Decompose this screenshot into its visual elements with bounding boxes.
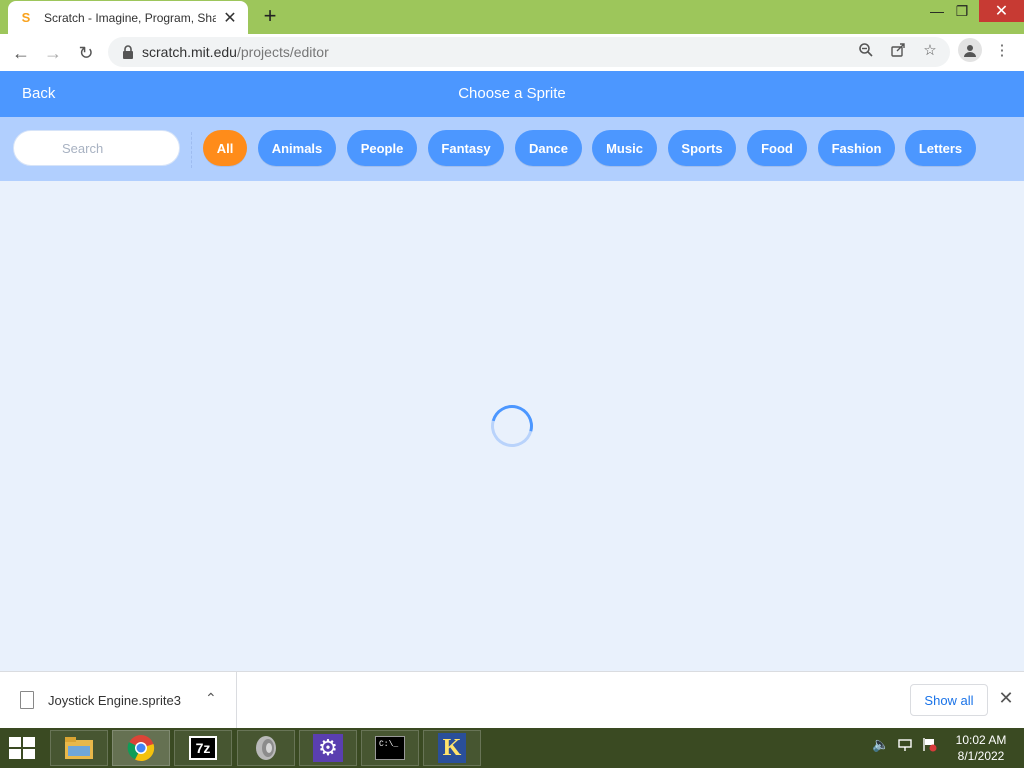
window-close-icon[interactable]: ✕ [979, 0, 1024, 22]
close-shelf-icon[interactable]: ✕ [996, 688, 1016, 709]
sprite-library-header: Back Choose a Sprite [0, 71, 1024, 117]
page-title: Choose a Sprite [458, 85, 566, 102]
search-input[interactable] [62, 140, 172, 156]
clock-date: 8/1/2022 [957, 749, 1005, 763]
scratch-favicon-icon: S [21, 10, 31, 25]
forward-arrow-icon[interactable]: → [40, 40, 66, 66]
browser-toolbar: ← → ↻ scratch.mit.edu/projects/editor ☆ … [0, 34, 1024, 71]
filter-divider [191, 132, 192, 168]
browser-menu-icon[interactable]: ⋮ [992, 40, 1012, 60]
file-explorer-icon[interactable] [50, 730, 108, 766]
chevron-up-icon[interactable]: ⌃ [205, 690, 217, 707]
browser-tabstrip: S Scratch - Imagine, Program, Share ✕ + … [0, 0, 1024, 34]
url-path: /projects/editor [236, 44, 329, 60]
tag-sports[interactable]: Sports [668, 130, 736, 166]
windows-start-icon[interactable] [6, 734, 38, 762]
reload-icon[interactable]: ↻ [73, 40, 99, 66]
tab-close-icon[interactable]: ✕ [222, 8, 238, 28]
settings-gear-icon[interactable]: ⚙ [299, 730, 357, 766]
filter-bar: All Animals People Fantasy Dance Music S… [0, 117, 1024, 181]
clock-time: 10:02 AM [955, 733, 1007, 747]
tag-all[interactable]: All [203, 130, 247, 166]
show-all-button[interactable]: Show all [910, 684, 988, 716]
7zip-icon[interactable]: 7z [174, 730, 232, 766]
new-tab-icon[interactable]: + [258, 5, 282, 29]
window-restore-icon[interactable]: ❐ [950, 0, 974, 22]
share-icon[interactable] [888, 40, 908, 60]
tag-food[interactable]: Food [747, 130, 807, 166]
tag-dance[interactable]: Dance [515, 130, 582, 166]
url-domain: scratch.mit.edu [142, 44, 237, 60]
file-icon [20, 691, 34, 709]
search-box[interactable] [13, 130, 180, 166]
k-app-icon[interactable]: K [423, 730, 481, 766]
command-prompt-icon[interactable]: C:\_ [361, 730, 419, 766]
download-shelf: Joystick Engine.sprite3 ⌃ Show all ✕ [0, 671, 1024, 728]
profile-avatar-icon[interactable] [958, 38, 982, 62]
network-icon[interactable] [896, 736, 914, 755]
download-item[interactable]: Joystick Engine.sprite3 ⌃ [0, 672, 237, 728]
browser-tab[interactable]: S Scratch - Imagine, Program, Share ✕ [8, 1, 248, 34]
back-arrow-icon[interactable]: ← [8, 40, 34, 66]
tag-fashion[interactable]: Fashion [818, 130, 895, 166]
download-file-name: Joystick Engine.sprite3 [48, 692, 181, 708]
bookmark-star-icon[interactable]: ☆ [920, 40, 940, 60]
tag-letters[interactable]: Letters [905, 130, 976, 166]
chrome-icon[interactable] [112, 730, 170, 766]
tag-people[interactable]: People [347, 130, 417, 166]
tag-music[interactable]: Music [592, 130, 657, 166]
lock-icon [123, 45, 133, 59]
url-text: scratch.mit.edu/projects/editor [142, 44, 329, 60]
window-minimize-icon[interactable]: — [924, 0, 950, 22]
address-bar[interactable]: scratch.mit.edu/projects/editor [108, 37, 950, 67]
volume-icon[interactable]: 🔈 [872, 736, 890, 753]
speaker-app-icon[interactable] [237, 730, 295, 766]
zoom-icon[interactable] [856, 40, 876, 60]
taskbar: 7z ⚙ C:\_ K 🔈 10:02 AM 8/1/2022 [0, 728, 1024, 768]
tag-animals[interactable]: Animals [258, 130, 336, 166]
action-center-flag-icon[interactable] [920, 736, 938, 755]
tag-fantasy[interactable]: Fantasy [428, 130, 504, 166]
tab-title: Scratch - Imagine, Program, Share [44, 10, 216, 25]
system-clock[interactable]: 10:02 AM 8/1/2022 [946, 732, 1016, 764]
